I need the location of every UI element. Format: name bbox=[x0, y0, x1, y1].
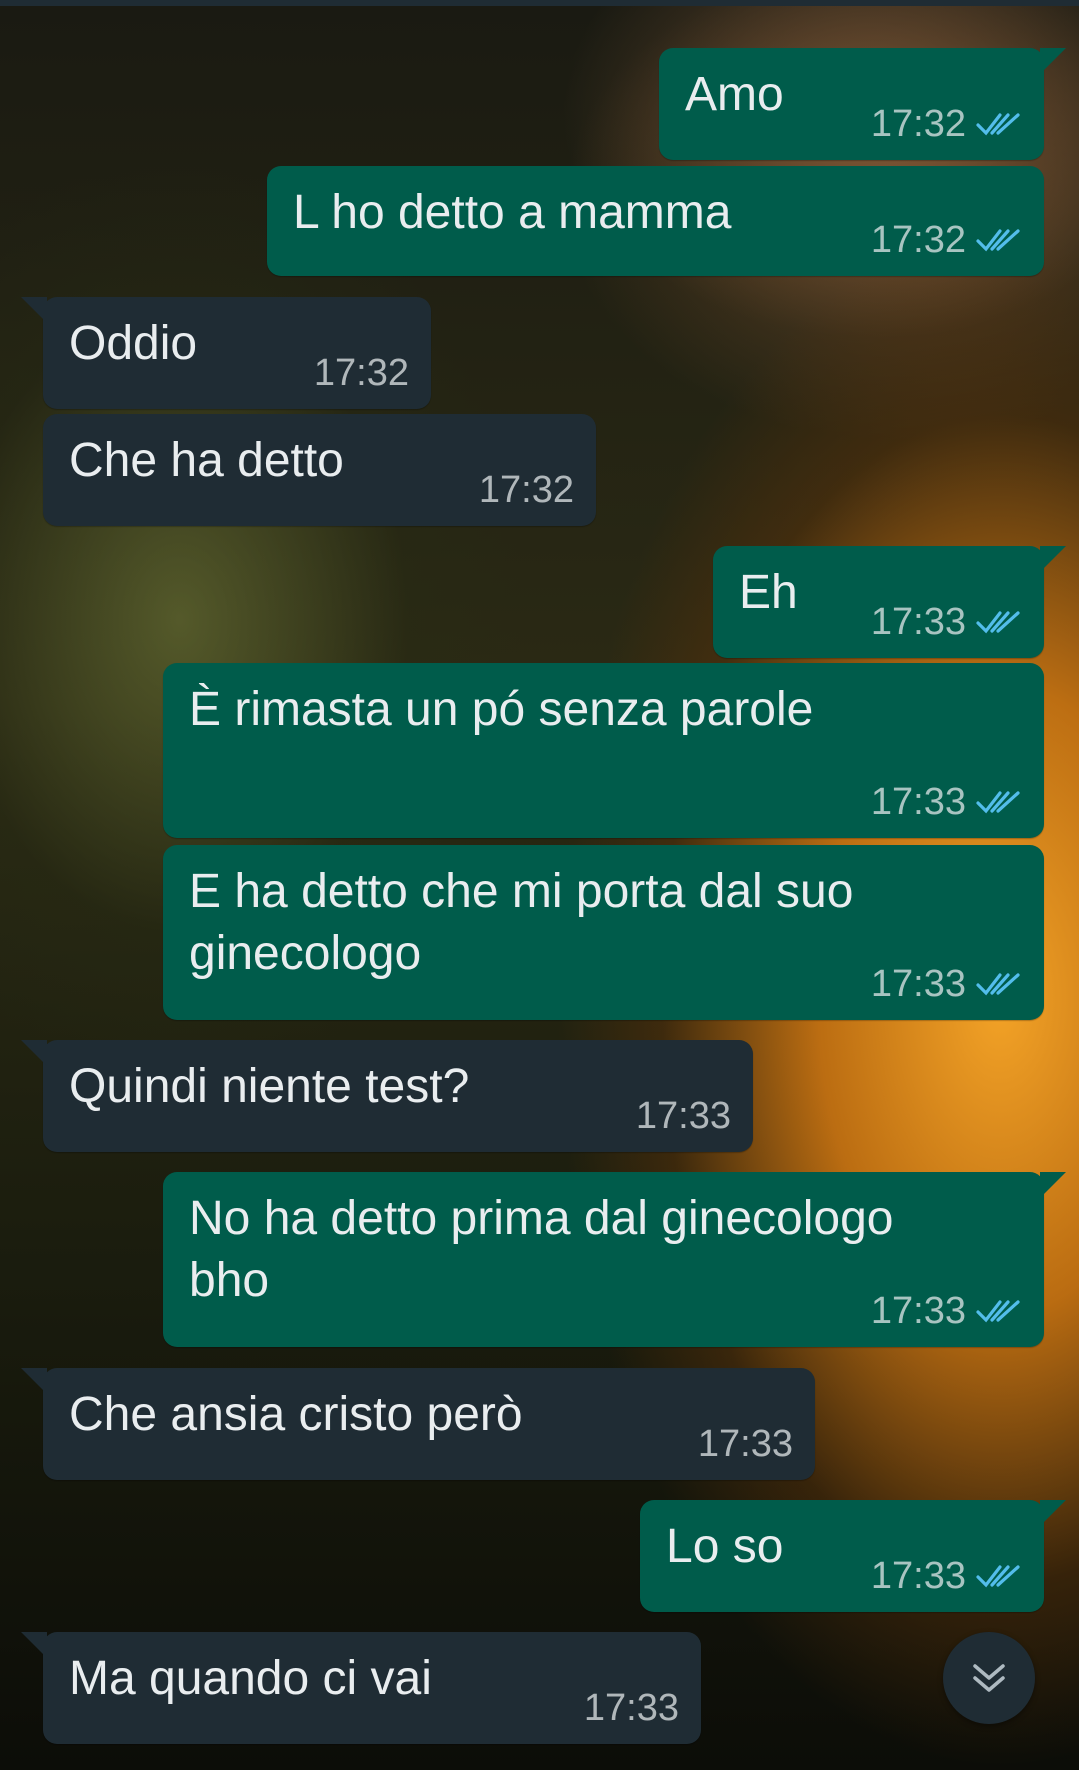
message-time: 17:32 bbox=[870, 102, 966, 145]
double-check-read-icon bbox=[976, 609, 1022, 635]
double-check-read-icon bbox=[976, 227, 1022, 253]
message-time: 17:32 bbox=[313, 351, 409, 394]
message-time: 17:33 bbox=[870, 600, 966, 643]
bubble-tail bbox=[21, 1368, 47, 1394]
bubble-tail bbox=[1040, 1500, 1066, 1526]
bubble-tail bbox=[21, 297, 47, 323]
message-text: Che ansia cristo però bbox=[69, 1388, 523, 1441]
double-check-read-icon bbox=[976, 111, 1022, 137]
bubble-tail bbox=[21, 1040, 47, 1066]
message-text: L ho detto a mamma bbox=[293, 186, 732, 239]
message-text: Quindi niente test? bbox=[69, 1060, 470, 1113]
top-bar-edge bbox=[0, 0, 1079, 6]
message-text: Che ha detto bbox=[69, 434, 344, 487]
double-check-read-icon bbox=[976, 789, 1022, 815]
bubble-tail bbox=[1040, 1172, 1066, 1198]
message-text-line-1: E ha detto che mi porta dal suo bbox=[189, 865, 854, 918]
bubble-tail bbox=[21, 1632, 47, 1658]
bubble-tail bbox=[1040, 48, 1066, 74]
message-bubble-outgoing[interactable]: È rimasta un pó senza parole 17:33 bbox=[163, 663, 1044, 838]
message-bubble-incoming[interactable]: Che ha detto 17:32 bbox=[43, 414, 596, 526]
message-bubble-outgoing[interactable]: E ha detto che mi porta dal suo ginecolo… bbox=[163, 845, 1044, 1020]
message-time: 17:32 bbox=[870, 218, 966, 261]
message-bubble-incoming[interactable]: Oddio 17:32 bbox=[21, 297, 431, 409]
double-check-read-icon bbox=[976, 1298, 1022, 1324]
message-bubble-outgoing[interactable]: No ha detto prima dal ginecologo bho 17:… bbox=[163, 1172, 1066, 1347]
message-text-line-1: No ha detto prima dal ginecologo bbox=[189, 1192, 894, 1245]
message-time: 17:33 bbox=[697, 1422, 793, 1465]
message-text: Oddio bbox=[69, 317, 198, 370]
message-text-line-2: ginecologo bbox=[189, 927, 422, 980]
message-text: Ma quando ci vai bbox=[69, 1652, 432, 1705]
message-time: 17:33 bbox=[870, 962, 966, 1005]
bubble-tail bbox=[1040, 546, 1066, 572]
message-text-line-2: bho bbox=[189, 1254, 270, 1307]
message-time: 17:33 bbox=[583, 1686, 679, 1729]
message-text: Eh bbox=[739, 566, 798, 619]
message-time: 17:32 bbox=[478, 468, 574, 511]
double-chevron-down-icon bbox=[973, 1664, 1005, 1692]
message-text: Amo bbox=[685, 68, 784, 121]
message-bubble-outgoing[interactable]: Amo 17:32 bbox=[659, 48, 1066, 160]
double-check-read-icon bbox=[976, 1563, 1022, 1589]
message-text: È rimasta un pó senza parole bbox=[189, 683, 814, 736]
message-bubble-incoming[interactable]: Che ansia cristo però 17:33 bbox=[21, 1368, 815, 1480]
scroll-to-bottom-button[interactable] bbox=[943, 1632, 1035, 1724]
message-time: 17:33 bbox=[870, 1554, 966, 1597]
message-bubble-outgoing[interactable]: L ho detto a mamma 17:32 bbox=[267, 166, 1044, 276]
message-text: Lo so bbox=[666, 1520, 784, 1573]
message-time: 17:33 bbox=[635, 1094, 731, 1137]
double-check-read-icon bbox=[976, 971, 1022, 997]
message-bubble-outgoing[interactable]: Lo so 17:33 bbox=[640, 1500, 1066, 1612]
message-bubble-incoming[interactable]: Quindi niente test? 17:33 bbox=[21, 1040, 753, 1152]
message-bubble-outgoing[interactable]: Eh 17:33 bbox=[713, 546, 1066, 658]
message-time: 17:33 bbox=[870, 780, 966, 823]
message-time: 17:33 bbox=[870, 1289, 966, 1332]
message-bubble-incoming[interactable]: Ma quando ci vai 17:33 bbox=[21, 1632, 701, 1744]
